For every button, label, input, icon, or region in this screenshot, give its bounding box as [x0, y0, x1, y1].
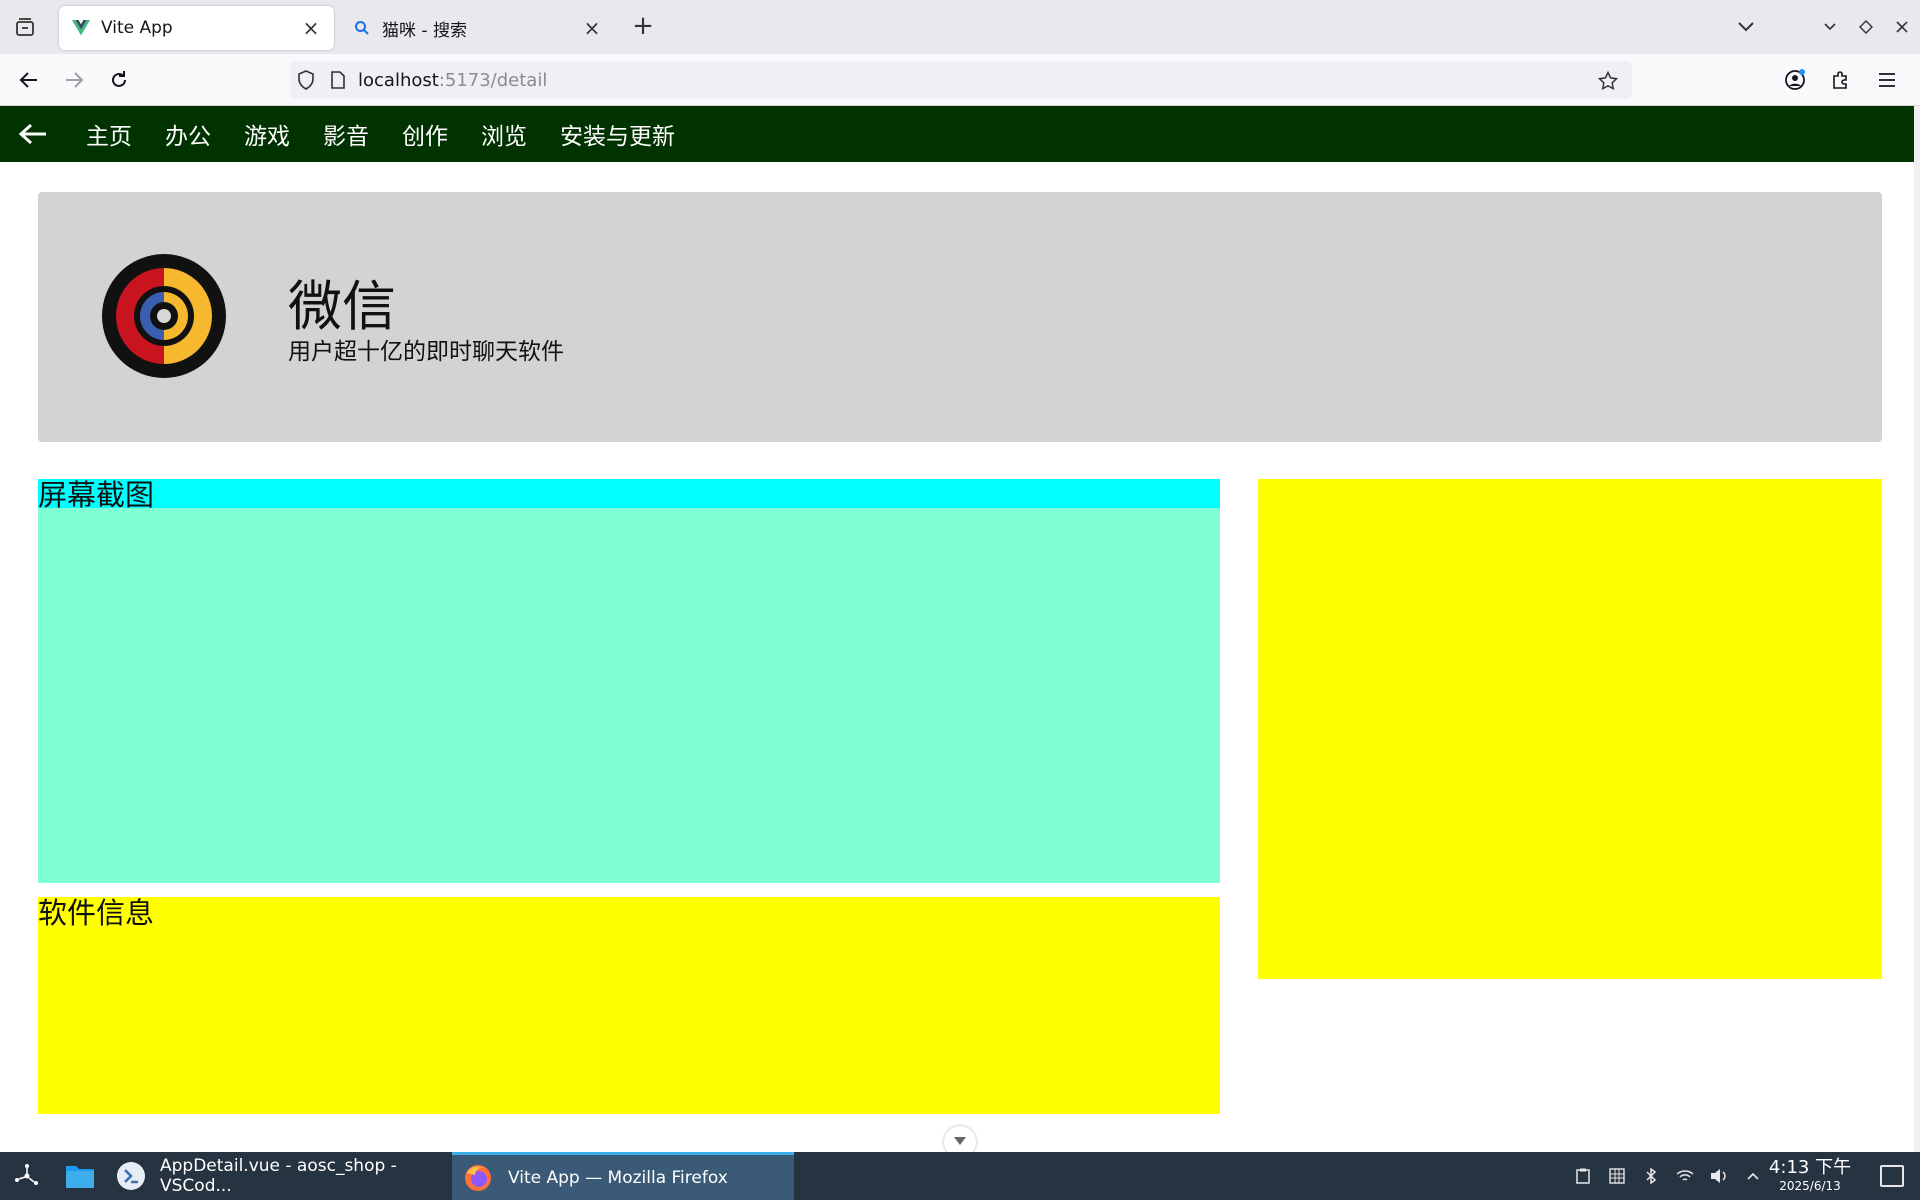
forward-arrow-icon — [66, 72, 84, 88]
new-tab-button[interactable]: + — [630, 13, 656, 40]
tab-vite-app[interactable]: Vite App × — [59, 6, 334, 50]
tab-title: Vite App — [101, 18, 173, 38]
launcher-icon — [15, 1164, 38, 1185]
keyboard-layout-icon[interactable] — [1600, 1164, 1634, 1188]
reload-icon — [112, 71, 126, 87]
app-back-button[interactable] — [0, 106, 66, 162]
vue-logo-icon — [71, 18, 91, 38]
minimize-icon[interactable] — [1812, 10, 1848, 44]
search-icon — [352, 18, 372, 38]
list-all-tabs-icon[interactable] — [1728, 10, 1764, 44]
nav-item-browse[interactable]: 浏览 — [481, 117, 527, 151]
clock-date: 2025/6/13 — [1779, 1179, 1841, 1193]
url-path: :5173/detail — [438, 69, 548, 91]
back-arrow-icon — [18, 123, 46, 145]
reload-button[interactable] — [102, 63, 136, 97]
app-top-nav: 主页 办公 游戏 影音 创作 浏览 安装与更新 — [0, 106, 1920, 162]
app-menu-button[interactable] — [1864, 63, 1910, 97]
url-text: localhost:5173/detail — [358, 70, 547, 91]
app-logo-icon — [102, 254, 226, 378]
taskbar-item-firefox[interactable]: Vite App — Mozilla Firefox — [452, 1152, 794, 1200]
taskbar-item-label: Vite App — Mozilla Firefox — [508, 1167, 728, 1188]
firefox-view-button[interactable] — [12, 14, 38, 40]
system-clock[interactable]: 4:13 下午 2025/6/13 — [1760, 1158, 1860, 1194]
app-name: 微信 — [288, 275, 396, 338]
firefox-icon — [462, 1162, 494, 1194]
tab-title: 猫咪 - 搜索 — [382, 20, 467, 41]
maximize-icon[interactable] — [1848, 10, 1884, 44]
tab-overview-icon — [16, 18, 34, 36]
forward-button[interactable] — [57, 63, 91, 97]
close-tab-icon[interactable]: × — [300, 16, 322, 40]
account-icon — [1785, 69, 1805, 90]
url-host: localhost — [358, 69, 439, 91]
window-controls — [1728, 10, 1920, 44]
nav-item-home[interactable]: 主页 — [86, 117, 132, 151]
app-header-card: 微信 用户超十亿的即时聊天软件 — [38, 192, 1882, 442]
page-info-icon[interactable] — [322, 64, 354, 96]
nav-item-creation[interactable]: 创作 — [402, 117, 448, 151]
nav-item-media[interactable]: 影音 — [323, 117, 369, 151]
app-description: 用户超十亿的即时聊天软件 — [288, 339, 564, 365]
screenshots-title: 屏幕截图 — [38, 479, 1220, 511]
taskbar-item-label: AppDetail.vue - aosc_shop - VSCod... — [160, 1156, 397, 1196]
software-info-section: 软件信息 — [38, 897, 1220, 1114]
puzzle-icon — [1833, 71, 1847, 89]
nav-item-games[interactable]: 游戏 — [244, 117, 290, 151]
wifi-icon[interactable] — [1668, 1164, 1702, 1188]
browser-nav-bar: localhost:5173/detail — [0, 54, 1920, 106]
chevron-down-icon — [954, 1137, 966, 1145]
browser-tab-bar: Vite App × 猫咪 - 搜索 × + — [0, 0, 1920, 54]
bookmark-star-icon[interactable] — [1592, 65, 1624, 97]
hamburger-menu-icon — [1879, 73, 1895, 87]
extensions-button[interactable] — [1818, 63, 1864, 97]
url-bar[interactable]: localhost:5173/detail — [290, 61, 1632, 99]
close-tab-icon[interactable]: × — [581, 16, 603, 40]
nav-item-office[interactable]: 办公 — [165, 117, 211, 151]
volume-icon[interactable] — [1702, 1164, 1736, 1188]
app-launcher-button[interactable] — [8, 1160, 46, 1192]
nav-item-install-update[interactable]: 安装与更新 — [560, 117, 675, 151]
vscodium-icon — [116, 1160, 146, 1192]
account-button[interactable] — [1772, 63, 1818, 97]
system-tray — [1566, 1164, 1770, 1188]
software-info-title: 软件信息 — [38, 896, 155, 930]
close-window-icon[interactable] — [1884, 10, 1920, 44]
back-button[interactable] — [12, 63, 46, 97]
side-panel — [1258, 479, 1882, 979]
toolbar-right — [1772, 63, 1910, 97]
bluetooth-icon[interactable] — [1634, 1164, 1668, 1188]
tracking-protection-icon[interactable] — [290, 64, 322, 96]
screenshots-section: 屏幕截图 — [38, 479, 1220, 883]
file-manager-button[interactable] — [60, 1158, 100, 1194]
system-taskbar: AppDetail.vue - aosc_shop - VSCod... Vit… — [0, 1152, 1920, 1200]
clipboard-icon[interactable] — [1566, 1164, 1600, 1188]
tab-search[interactable]: 猫咪 - 搜索 × — [340, 6, 615, 50]
taskbar-item-vscodium[interactable]: AppDetail.vue - aosc_shop - VSCod... — [106, 1152, 451, 1200]
clock-time: 4:13 下午 — [1768, 1157, 1852, 1178]
show-desktop-button[interactable] — [1880, 1165, 1904, 1187]
page-scrollbar[interactable] — [1914, 106, 1920, 1152]
back-arrow-icon — [19, 72, 37, 88]
folder-icon — [66, 1166, 94, 1188]
